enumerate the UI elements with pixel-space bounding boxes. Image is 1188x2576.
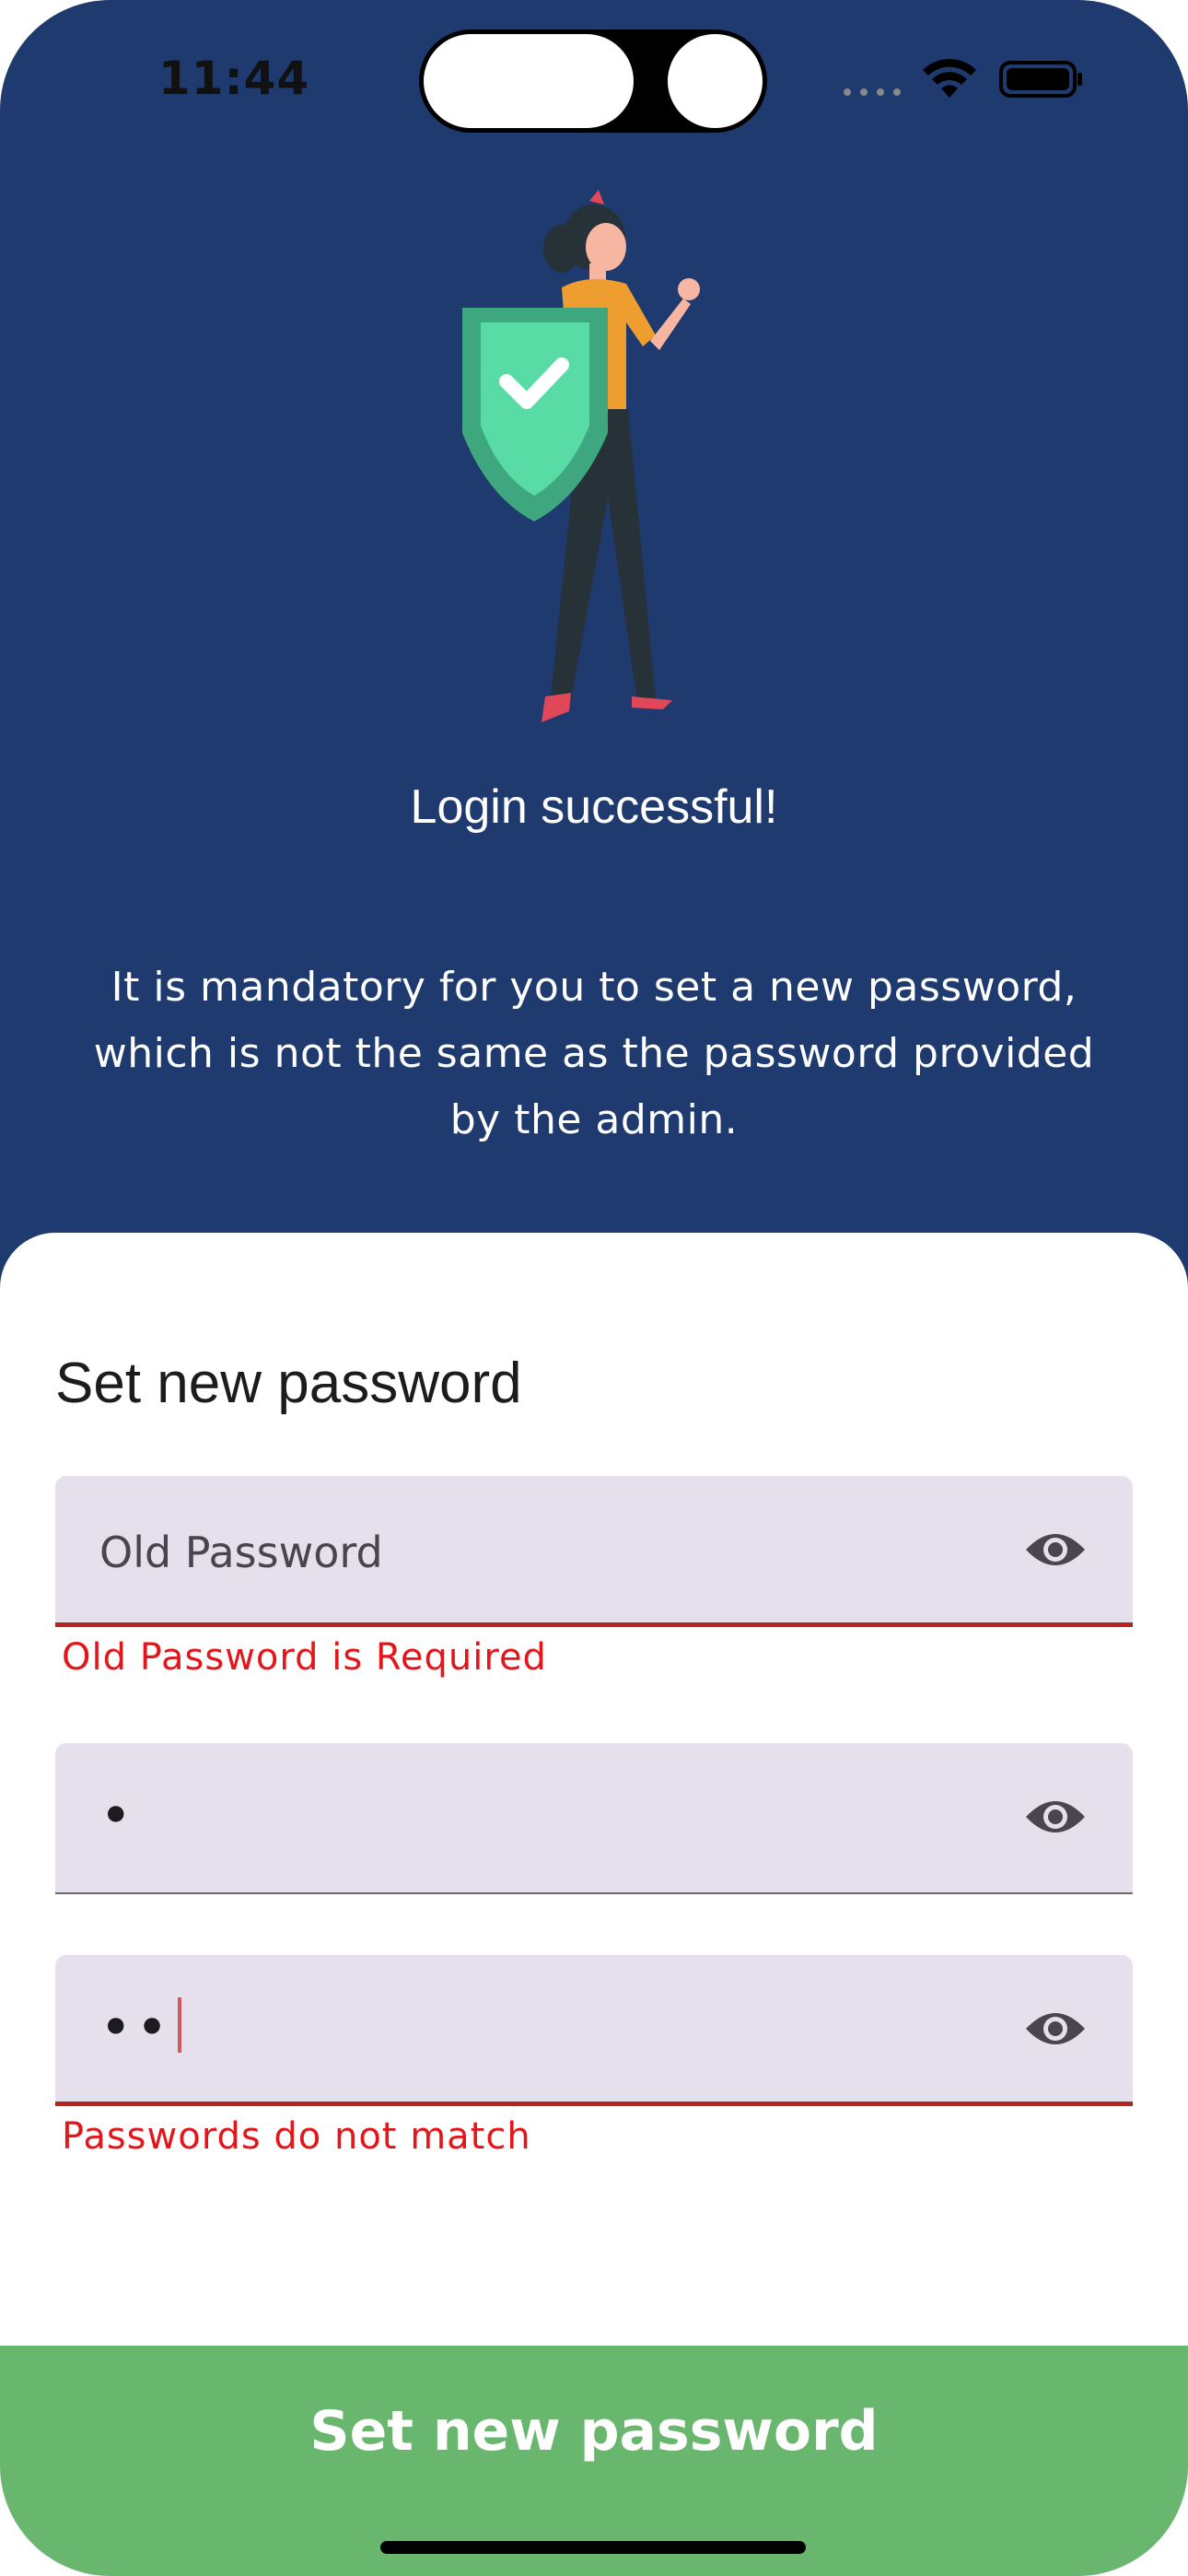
woman-with-shield-illustration xyxy=(462,190,700,722)
home-indicator xyxy=(380,2541,806,2554)
old-password-field[interactable]: Old Password xyxy=(55,1476,1133,1627)
login-success-heading: Login successful! xyxy=(410,780,778,834)
confirm-password-value: •• xyxy=(99,1996,172,2060)
old-password-placeholder: Old Password xyxy=(99,1528,383,1577)
password-requirement-text: It is mandatory for you to set a new pas… xyxy=(93,964,1095,1143)
cellular-signal-icon xyxy=(844,88,901,96)
eye-icon[interactable] xyxy=(1024,1524,1087,1575)
text-cursor xyxy=(177,1997,181,2054)
new-password-value: • xyxy=(99,1784,136,1848)
eye-icon[interactable] xyxy=(1024,1791,1087,1843)
status-time: 11:44 xyxy=(158,52,310,105)
confirm-password-field[interactable]: •• xyxy=(55,1955,1133,2106)
confirm-password-error: Passwords do not match xyxy=(62,2115,531,2158)
dynamic-island xyxy=(419,29,767,133)
app-screen: 11:44 Login successful! It is mandatory … xyxy=(0,0,1188,2576)
new-password-field[interactable]: • xyxy=(55,1743,1133,1894)
eye-icon[interactable] xyxy=(1024,2003,1087,2055)
wifi-icon xyxy=(923,58,976,98)
battery-icon xyxy=(999,61,1082,98)
old-password-error: Old Password is Required xyxy=(62,1636,547,1679)
set-new-password-button-label: Set new password xyxy=(309,2399,879,2464)
form-title: Set new password xyxy=(55,1352,522,1415)
